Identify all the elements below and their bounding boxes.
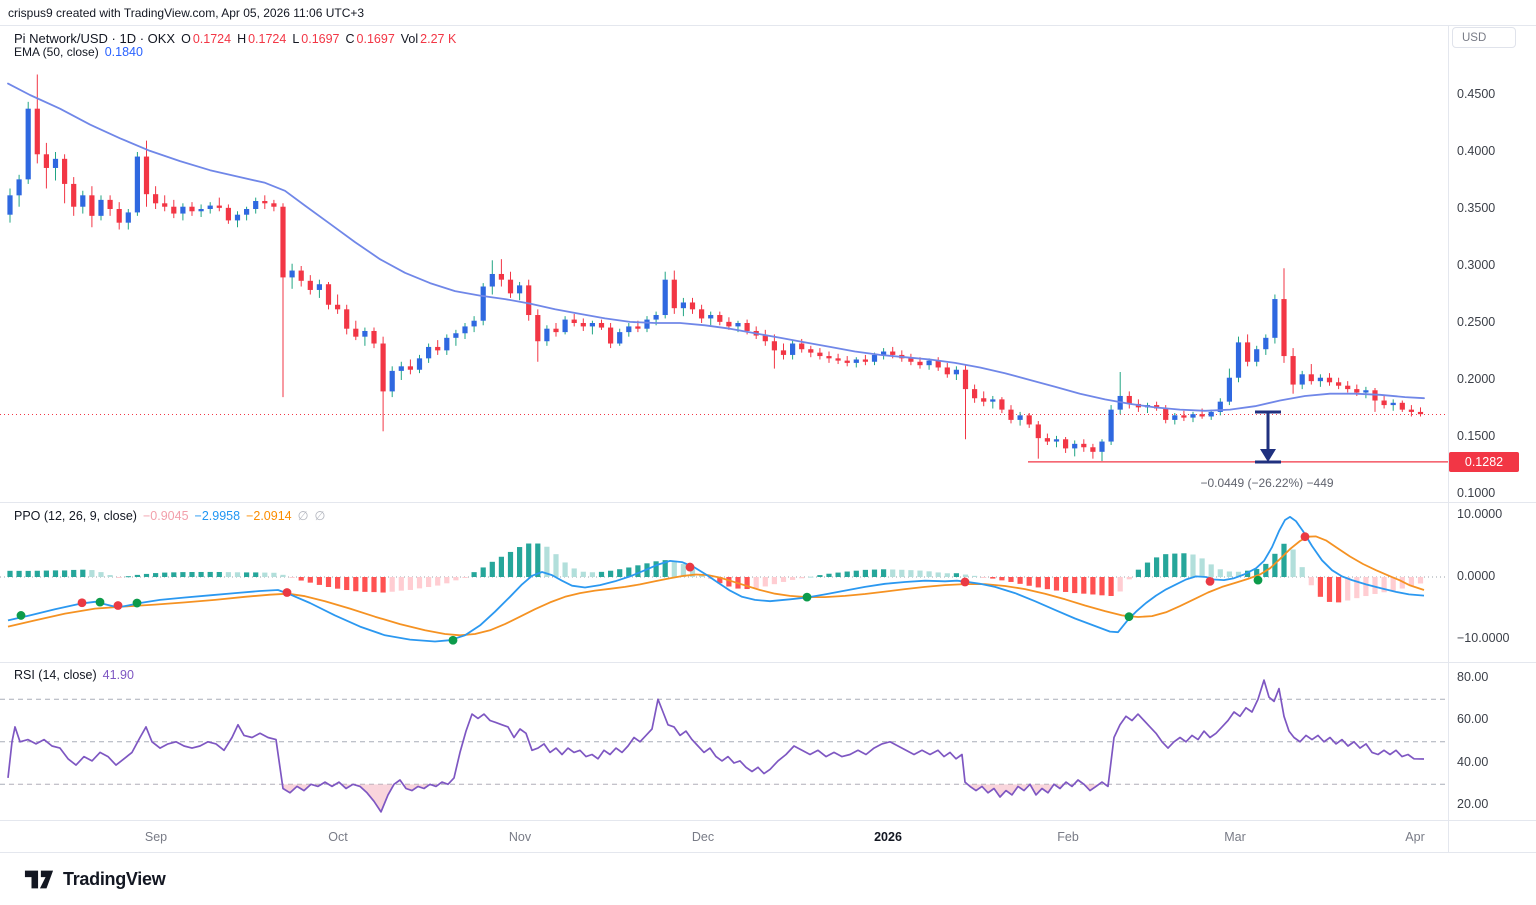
time-axis-label: Dec [692,830,714,844]
rsi-value: 41.90 [103,668,134,682]
open-value: 0.1724 [193,32,231,46]
price-tick: 0.4500 [1457,87,1495,101]
chart-canvas[interactable] [0,0,1536,905]
ppo-tick: 0.0000 [1457,569,1495,583]
time-axis-label: Feb [1057,830,1079,844]
symbol-title[interactable]: Pi Network/USD · 1D · OKX [14,31,175,46]
price-tick: 0.3500 [1457,201,1495,215]
time-axis-label: Oct [328,830,347,844]
price-tick: 0.1500 [1457,429,1495,443]
tradingview-logo-text: TradingView [63,869,165,890]
time-axis-label: Mar [1224,830,1246,844]
ppo-legend[interactable]: PPO (12, 26, 9, close) −0.9045 −2.9958 −… [14,508,325,523]
price-ppo-separator[interactable] [0,502,1536,503]
tradingview-logo[interactable]: TradingView [24,866,165,892]
ema-value: 0.1840 [105,45,143,59]
rsi-tick: 60.00 [1457,712,1488,726]
rsi-tick: 80.00 [1457,670,1488,684]
ppo-signal-value: −2.0914 [246,509,292,523]
rsi-title: RSI (14, close) [14,668,97,682]
ppo-line-value: −2.9958 [195,509,241,523]
price-tick: 0.2000 [1457,372,1495,386]
rsi-tick: 20.00 [1457,797,1488,811]
low-value: 0.1697 [301,32,339,46]
header-separator [0,25,1536,26]
price-tick: 0.3000 [1457,258,1495,272]
ppo-tick: 10.0000 [1457,507,1502,521]
time-axis-label: Sep [145,830,167,844]
volume-value: 2.27 K [420,32,456,46]
time-axis-label: Apr [1405,830,1424,844]
price-tick: 0.4000 [1457,144,1495,158]
timeaxis-separator [0,820,1536,821]
price-tick: 0.2500 [1457,315,1495,329]
chart-root: crispus9 created with TradingView.com, A… [0,0,1536,905]
ppo-tick: −10.0000 [1457,631,1509,645]
currency-unit-button[interactable]: USD [1452,27,1516,48]
price-axis-separator [1448,25,1449,852]
low-label: L [292,32,299,46]
ppo-rsi-separator[interactable] [0,662,1536,663]
support-price-badge: 0.1282 [1449,452,1519,472]
close-value: 0.1697 [357,32,395,46]
ema-legend[interactable]: EMA (50, close) 0.1840 [14,45,143,59]
attribution-text: crispus9 created with TradingView.com, A… [8,6,364,20]
tradingview-logo-icon [24,866,54,892]
rsi-tick: 40.00 [1457,755,1488,769]
footer-separator [0,852,1536,853]
ppo-title: PPO (12, 26, 9, close) [14,509,137,523]
volume-label: Vol [401,32,418,46]
time-axis-label: 2026 [874,830,902,844]
ppo-hist-value: −0.9045 [143,509,189,523]
ppo-empty-icon-1: ∅ [298,508,309,523]
measure-tool-label: −0.0449 (−26.22%) −449 [1157,476,1377,490]
ppo-empty-icon-2: ∅ [315,508,326,523]
time-axis-label: Nov [509,830,531,844]
symbol-legend: Pi Network/USD · 1D · OKX O0.1724 H0.172… [14,31,456,46]
rsi-legend[interactable]: RSI (14, close) 41.90 [14,668,134,682]
high-label: H [237,32,246,46]
close-label: C [346,32,355,46]
open-label: O [181,32,191,46]
price-tick: 0.1000 [1457,486,1495,500]
high-value: 0.1724 [248,32,286,46]
ema-label: EMA (50, close) [14,45,99,59]
